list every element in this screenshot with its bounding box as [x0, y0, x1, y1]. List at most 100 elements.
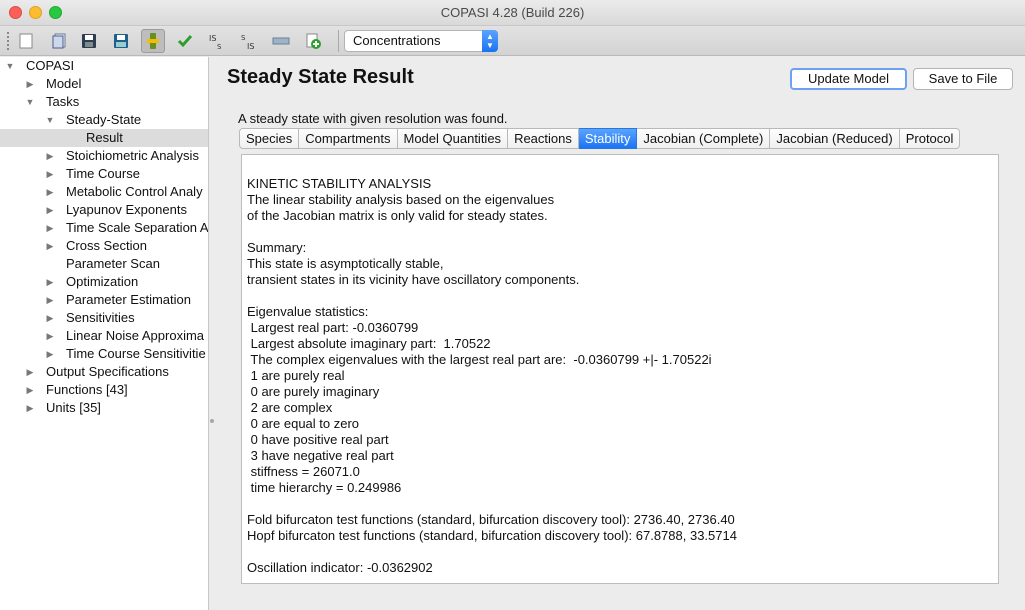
svg-text:IS: IS: [247, 42, 254, 50]
bar-button[interactable]: [269, 29, 293, 53]
check-button[interactable]: [173, 29, 197, 53]
tree-item-time-course[interactable]: ▶ Time Course: [0, 165, 208, 183]
tree-item-output-specifications[interactable]: ▶ Output Specifications: [0, 363, 208, 381]
window-title: COPASI 4.28 (Build 226): [440, 5, 585, 20]
chevron-down-icon[interactable]: ▼: [4, 57, 16, 75]
svg-text:S: S: [217, 43, 222, 50]
check-icon: [177, 35, 193, 48]
chevron-right-icon[interactable]: ▶: [44, 219, 56, 237]
run-button[interactable]: [141, 29, 165, 53]
slider-sis-icon: SIS: [241, 34, 254, 50]
toolbar: IS S S IS Concentrations ▲ ▼: [0, 26, 1025, 56]
report-line: Largest absolute imaginary part: 1.70522: [247, 336, 491, 351]
open-file-button[interactable]: [47, 29, 71, 53]
navigation-tree: ▼ COPASI ▶ Model ▼ Tasks ▼ Steady-State …: [0, 57, 209, 610]
report-line: Hopf bifurcaton test functions (standard…: [247, 528, 737, 543]
status-message: A steady state with given resolution was…: [238, 111, 508, 126]
report-line: 0 have positive real part: [247, 432, 389, 447]
report-line: Summary:: [247, 240, 307, 255]
save-as-icon: [114, 34, 128, 48]
chevron-right-icon[interactable]: ▶: [44, 273, 56, 291]
tree-item-optimization[interactable]: ▶ Optimization: [0, 273, 208, 291]
chevron-right-icon[interactable]: ▶: [44, 165, 56, 183]
tree-item-linear-noise-approximation[interactable]: ▶ Linear Noise Approxima: [0, 327, 208, 345]
chevron-right-icon[interactable]: ▶: [44, 327, 56, 345]
tree-item-functions[interactable]: ▶ Functions [43]: [0, 381, 208, 399]
save-to-file-button[interactable]: Save to File: [913, 68, 1013, 90]
tree-item-result[interactable]: Result: [0, 129, 208, 147]
tab-compartments[interactable]: Compartments: [299, 128, 398, 149]
chevron-right-icon[interactable]: ▶: [24, 399, 36, 417]
page-title: Steady State Result: [227, 66, 414, 88]
slider-is-icon: ISS: [209, 34, 222, 50]
tree-item-metabolic-control-analysis[interactable]: ▶ Metabolic Control Analy: [0, 183, 208, 201]
tree-item-copasi[interactable]: ▼ COPASI: [0, 57, 208, 75]
slider-sis-button[interactable]: S IS: [237, 29, 261, 53]
tree-item-cross-section[interactable]: ▶ Cross Section: [0, 237, 208, 255]
tree-item-time-course-sensitivities[interactable]: ▶ Time Course Sensitivitie: [0, 345, 208, 363]
svg-text:IS: IS: [209, 34, 216, 43]
tab-species[interactable]: Species: [239, 128, 300, 149]
save-icon: [82, 34, 96, 48]
report-line: The complex eigenvalues with the largest…: [247, 352, 712, 367]
chevron-down-icon[interactable]: ▼: [24, 93, 36, 111]
new-file-icon: [19, 33, 33, 49]
tab-protocol[interactable]: Protocol: [899, 128, 961, 149]
chevron-right-icon[interactable]: ▶: [24, 363, 36, 381]
main-panel: Steady State Result Update Model Save to…: [215, 57, 1025, 610]
report-line: of the Jacobian matrix is only valid for…: [247, 208, 548, 223]
units-mode-value: Concentrations: [353, 33, 441, 48]
report-line: This state is asymptotically stable,: [247, 256, 444, 271]
report-line: Eigenvalue statistics:: [247, 304, 369, 319]
report-line: 0 are equal to zero: [247, 416, 360, 431]
report-line: 3 have negative real part: [247, 448, 394, 463]
save-as-button[interactable]: [109, 29, 133, 53]
save-button[interactable]: [77, 29, 101, 53]
chevron-right-icon[interactable]: ▶: [44, 345, 56, 363]
chevron-right-icon[interactable]: ▶: [44, 309, 56, 327]
splitter-handle[interactable]: [210, 419, 214, 423]
slider-is-button[interactable]: IS S: [205, 29, 229, 53]
tree-item-time-scale-separation[interactable]: ▶ Time Scale Separation A: [0, 219, 208, 237]
chevron-right-icon[interactable]: ▶: [44, 147, 56, 165]
new-file-button[interactable]: [14, 29, 38, 53]
report-line: Oscillation indicator: -0.0362902: [247, 560, 433, 575]
tree-item-parameter-estimation[interactable]: ▶ Parameter Estimation: [0, 291, 208, 309]
tab-stability[interactable]: Stability: [578, 128, 638, 149]
tree-item-stoichiometric-analysis[interactable]: ▶ Stoichiometric Analysis: [0, 147, 208, 165]
chevron-updown-icon: ▲ ▼: [482, 30, 498, 52]
report-line: 0 are purely imaginary: [247, 384, 380, 399]
report-line: KINETIC STABILITY ANALYSIS: [247, 176, 432, 191]
chevron-down-icon[interactable]: ▼: [44, 111, 56, 129]
chevron-right-icon[interactable]: ▶: [44, 183, 56, 201]
tree-item-units[interactable]: ▶ Units [35]: [0, 399, 208, 417]
toolbar-grip[interactable]: [7, 32, 10, 50]
tree-item-model[interactable]: ▶ Model: [0, 75, 208, 93]
tab-jacobian-complete[interactable]: Jacobian (Complete): [637, 128, 771, 149]
add-button[interactable]: [301, 29, 325, 53]
open-file-icon: [52, 33, 66, 49]
chevron-right-icon[interactable]: ▶: [24, 381, 36, 399]
result-tabs: Species Compartments Model Quantities Re…: [239, 128, 961, 149]
stability-report[interactable]: KINETIC STABILITY ANALYSIS The linear st…: [241, 154, 999, 584]
tree-item-tasks[interactable]: ▼ Tasks: [0, 93, 208, 111]
report-line: 1 are purely real: [247, 368, 345, 383]
tab-jacobian-reduced[interactable]: Jacobian (Reduced): [770, 128, 900, 149]
tab-model-quantities[interactable]: Model Quantities: [397, 128, 509, 149]
report-line: The linear stability analysis based on t…: [247, 192, 555, 207]
chevron-right-icon[interactable]: ▶: [44, 291, 56, 309]
chevron-right-icon[interactable]: ▶: [44, 237, 56, 255]
tree-item-steady-state[interactable]: ▼ Steady-State: [0, 111, 208, 129]
chevron-right-icon[interactable]: ▶: [24, 75, 36, 93]
report-line: transient states in its vicinity have os…: [247, 272, 580, 287]
chevron-right-icon[interactable]: ▶: [44, 201, 56, 219]
tree-item-sensitivities[interactable]: ▶ Sensitivities: [0, 309, 208, 327]
units-mode-select[interactable]: Concentrations ▲ ▼: [344, 30, 498, 52]
update-model-button[interactable]: Update Model: [790, 68, 907, 90]
report-line: 2 are complex: [247, 400, 333, 415]
report-line: stiffness = 26071.0: [247, 464, 360, 479]
tree-item-parameter-scan[interactable]: Parameter Scan: [0, 255, 208, 273]
tab-reactions[interactable]: Reactions: [508, 128, 579, 149]
tree-item-lyapunov-exponents[interactable]: ▶ Lyapunov Exponents: [0, 201, 208, 219]
bar-icon: [272, 37, 290, 45]
